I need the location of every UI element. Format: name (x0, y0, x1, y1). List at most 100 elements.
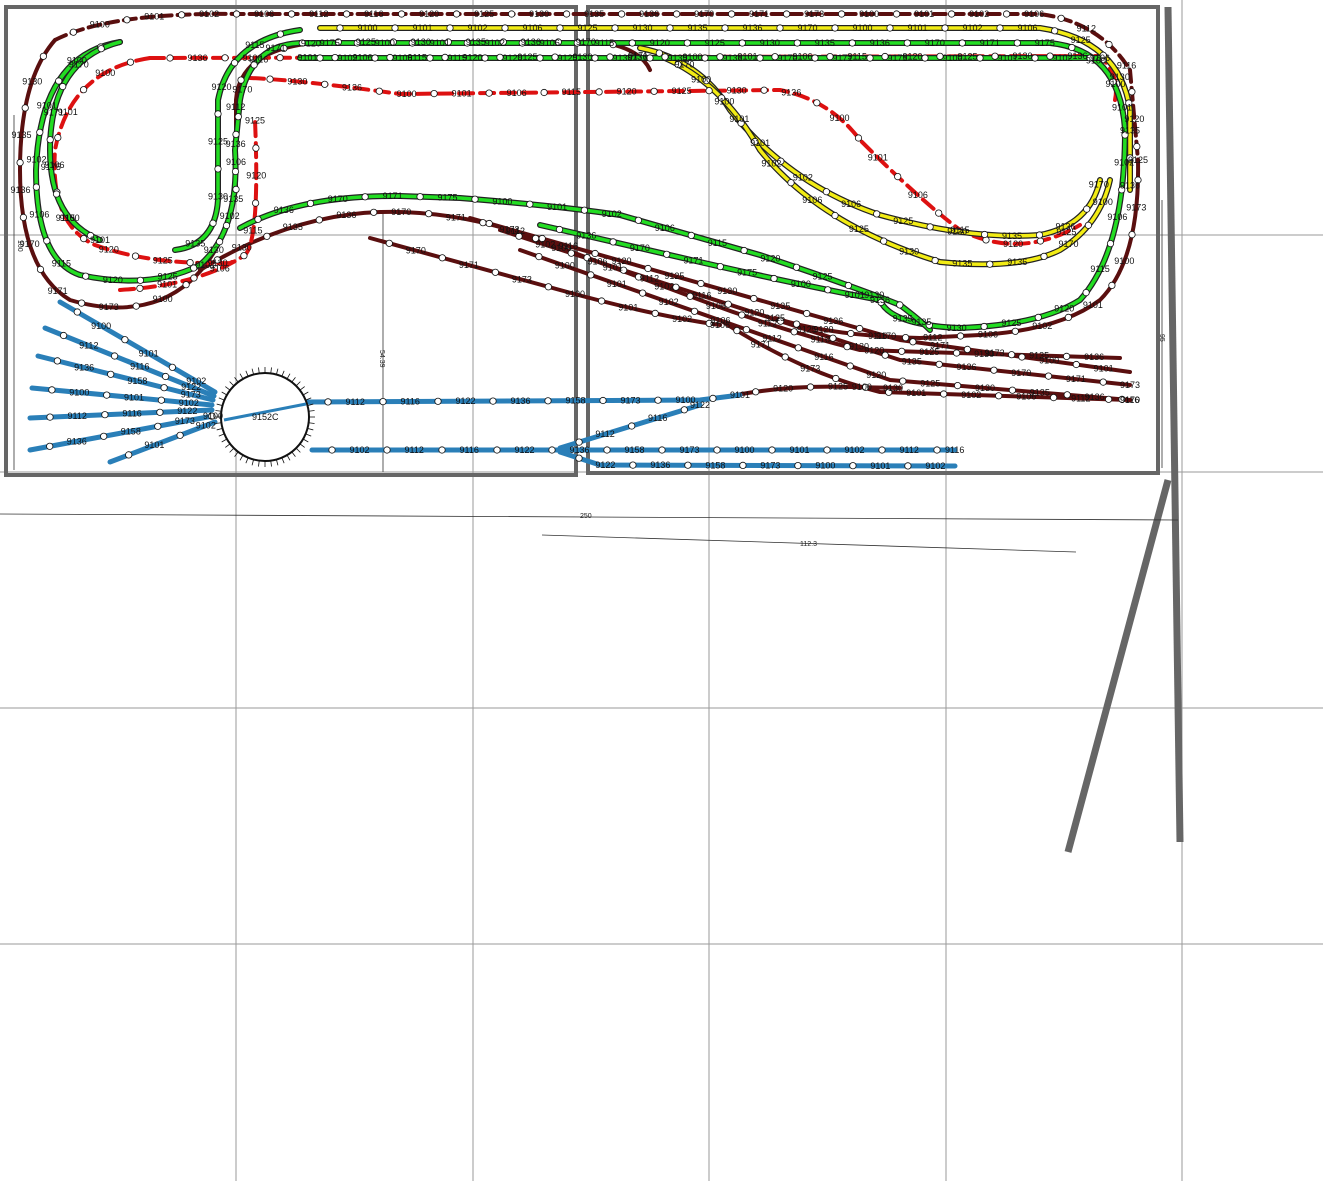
track-joint (132, 302, 140, 310)
track-part-label: 9170 (1059, 239, 1079, 249)
track-joint (80, 86, 88, 94)
track-part-label: 9170 (876, 331, 896, 341)
turntable-tick (281, 457, 285, 464)
track-part-label: 9120 (650, 38, 670, 48)
track-joint (847, 329, 855, 338)
track-joint (824, 286, 832, 294)
track-part-label: 9135 (893, 314, 913, 324)
track-joint (19, 213, 27, 221)
track-joint (168, 363, 176, 371)
track-part-label: 9101 (750, 138, 770, 148)
track-joint (831, 211, 839, 220)
track-part-label: 9175 (1035, 38, 1055, 48)
track-part-label: 9135 (466, 37, 486, 47)
track-joint (111, 352, 119, 360)
track-part-label: 9136 (1120, 180, 1140, 190)
track-joint (53, 357, 62, 365)
track-part-label: 9135 (688, 23, 708, 33)
track-joint (953, 381, 962, 390)
track-joint (750, 294, 758, 303)
track-joint (768, 446, 776, 454)
turntable-tick (221, 391, 228, 396)
track-joint (1106, 240, 1115, 248)
track-part-label: 9102 (602, 209, 622, 219)
track-joint (855, 324, 864, 333)
track-part-label: 9125 (893, 216, 913, 226)
dim-yard-gap: 54.39 (378, 350, 385, 368)
track-joint (32, 183, 41, 191)
track-part-label: 9173 (621, 395, 641, 405)
track-joint (234, 113, 242, 121)
track-part-label: 9101 (90, 235, 110, 245)
track-part-label: 9101 (607, 279, 627, 289)
track-joint (709, 394, 717, 402)
track-joint (654, 396, 662, 404)
track-joint (214, 165, 222, 173)
track-joint (328, 446, 336, 454)
track-joint (240, 252, 248, 260)
track-joint (555, 225, 564, 234)
track-joint (97, 45, 105, 53)
track-part-label: 9136 (823, 316, 843, 326)
track-part-label: 9100 (815, 461, 835, 471)
track-part-label: 9115 (708, 238, 727, 248)
track-part-label: 9101 (547, 202, 567, 212)
track-joint (995, 392, 1003, 400)
track-joint (1084, 221, 1093, 229)
track-part-label: 9173 (680, 445, 700, 455)
dim-total: 250 (580, 513, 592, 520)
track-part-label: 9102 (350, 445, 370, 455)
track-joint (123, 16, 131, 24)
track-joint (901, 333, 910, 342)
track-joint (638, 289, 647, 297)
track-joint (575, 454, 583, 462)
track-joint (854, 134, 863, 142)
track-part-label: 9120 (1054, 303, 1074, 313)
track-part-label: 9100 (1114, 256, 1134, 266)
track-part-label: 9100 (358, 23, 378, 33)
track-joint (209, 219, 217, 227)
track-part-label: 9120 (246, 171, 266, 181)
track-part-label: 9130 (287, 77, 307, 87)
track-part-label: 9112 (1071, 393, 1090, 403)
track-joint (909, 338, 917, 346)
track-part-label: 9100 (943, 53, 963, 63)
track-joint (46, 136, 54, 144)
track-joint (1011, 327, 1019, 335)
track-joint (811, 54, 819, 62)
track-part-label: 9102 (969, 9, 989, 19)
turntable-tick (245, 457, 249, 464)
track-joint (580, 206, 589, 214)
track-joint (21, 104, 29, 112)
track-part-label: 9130 (613, 53, 633, 63)
track-part-label: 9100 (243, 53, 263, 63)
track-joint (628, 422, 636, 430)
track-part-label: 9100 (1093, 197, 1113, 207)
track-joint (59, 82, 67, 91)
track-joint (591, 54, 599, 62)
track-part-label: 9171 (833, 53, 853, 63)
track-joint (658, 446, 666, 454)
track-joint (562, 10, 571, 18)
track-part-label: 9136 (511, 396, 531, 406)
track-part-label: 9115 (245, 40, 264, 50)
track-part-label: 9112 (506, 226, 525, 236)
track-joint (587, 271, 595, 279)
track-part-label: 9101 (914, 9, 934, 19)
track-joint (650, 87, 658, 95)
track-part-label: 9130 (760, 38, 780, 48)
track-part-label: 9116 (130, 361, 149, 371)
track-joint (489, 397, 497, 405)
track-joint (713, 446, 721, 454)
track-joint (880, 237, 888, 245)
board-leg (1064, 479, 1172, 853)
track-joint (221, 54, 229, 62)
track-part-label: 9102 (220, 211, 240, 221)
track-part-label: 9130 (883, 383, 903, 393)
track-joint (947, 10, 956, 18)
track-part-label: 9100 (375, 38, 395, 48)
track-part-label: 9122 (690, 400, 710, 410)
track-part-label: 9100 (397, 89, 417, 99)
track-part-label: 9170 (69, 59, 89, 69)
turntable-tick (295, 381, 301, 387)
